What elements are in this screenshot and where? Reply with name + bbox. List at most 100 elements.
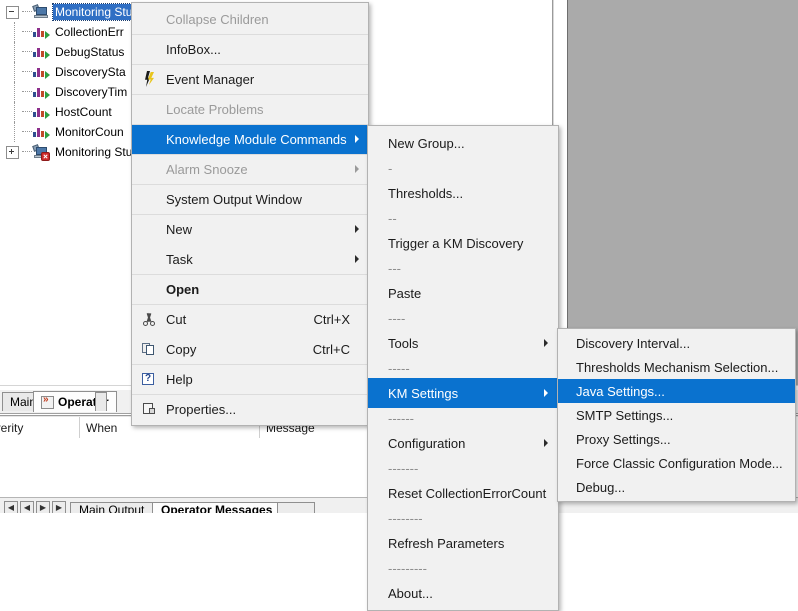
bottom-tab-main-output[interactable]: Main Output	[70, 502, 154, 514]
menu-item-cut[interactable]: Cut Ctrl+X	[132, 304, 368, 334]
menu-item-label: Trigger a KM Discovery	[388, 235, 524, 251]
menu-item-shortcut: Ctrl+X	[313, 311, 350, 327]
km-settings-item-force-classic-configuration-mode[interactable]: Force Classic Configuration Mode...	[558, 451, 795, 475]
tree-connector	[14, 62, 16, 82]
tree-node-label: Monitoring Stud	[55, 145, 140, 159]
menu-separator: ------	[368, 408, 558, 428]
event-manager-icon	[141, 71, 157, 87]
tree-connector	[22, 11, 32, 13]
km-menu-item-about[interactable]: About...	[368, 578, 558, 608]
km-menu-item-configuration[interactable]: Configuration	[368, 428, 558, 458]
menu-item-label: Copy	[166, 341, 197, 357]
km-settings-item-java-settings[interactable]: Java Settings...	[558, 379, 795, 403]
menu-item-properties[interactable]: Properties...	[132, 394, 368, 424]
menu-separator: -----	[368, 358, 558, 378]
tree-expander[interactable]	[6, 5, 19, 19]
knowledge-module-commands-submenu[interactable]: New Group... - Thresholds... -- Trigger a KM…	[367, 125, 559, 611]
submenu-arrow-icon	[355, 225, 359, 233]
menu-item-new[interactable]: New	[132, 214, 368, 244]
menu-item-label: Task	[166, 251, 193, 267]
menu-item-label: Discovery Interval...	[576, 335, 691, 351]
menu-separator: -	[368, 158, 558, 178]
tree-node-label: HostCount	[55, 105, 112, 119]
tabstrip-filler	[95, 392, 107, 411]
km-settings-item-smtp-settings[interactable]: SMTP Settings...	[558, 403, 795, 427]
km-menu-item-trigger-a-km-discovery[interactable]: Trigger a KM Discovery	[368, 228, 558, 258]
parameter-icon	[33, 25, 50, 39]
menu-item-label: SMTP Settings...	[576, 407, 674, 423]
bottom-tab-operator-messages-label: Operator Messages	[161, 502, 273, 514]
bottom-tab-operator-messages[interactable]: Operator Messages	[152, 502, 282, 514]
km-menu-item-km-settings[interactable]: KM Settings	[368, 378, 558, 408]
km-settings-item-debug[interactable]: Debug...	[558, 475, 795, 499]
menu-item-shortcut: Ctrl+C	[312, 341, 350, 357]
parameter-icon	[33, 105, 50, 119]
tree-connector	[14, 22, 16, 42]
tree-connector	[22, 91, 32, 93]
menu-item-label: Configuration	[388, 435, 466, 451]
menu-separator-label: ------	[388, 410, 414, 426]
submenu-arrow-icon	[355, 255, 359, 263]
km-settings-item-proxy-settings[interactable]: Proxy Settings...	[558, 427, 795, 451]
tree-node-label: DiscoveryTim	[55, 85, 128, 99]
menu-item-knowledge-module-commands[interactable]: Knowledge Module Commands	[132, 124, 368, 154]
menu-item-label: New	[166, 221, 193, 237]
km-menu-item-thresholds[interactable]: Thresholds...	[368, 178, 558, 208]
km-menu-item-new-group[interactable]: New Group...	[368, 128, 558, 158]
menu-item-copy[interactable]: Copy Ctrl+C	[132, 334, 368, 364]
nav-prev-button[interactable]: ◀	[20, 501, 34, 513]
menu-item-locate-problems: Locate Problems	[132, 94, 368, 124]
menu-item-label: Java Settings...	[576, 383, 665, 399]
menu-item-label: Paste	[388, 285, 422, 301]
bottom-tab-filler	[277, 502, 315, 513]
menu-separator-label: -------	[388, 460, 419, 476]
menu-item-event-manager[interactable]: Event Manager	[132, 64, 368, 94]
menu-separator: --------	[368, 508, 558, 528]
menu-separator-label: -	[388, 160, 393, 176]
menu-item-label: Debug...	[576, 479, 626, 495]
km-settings-submenu[interactable]: Discovery Interval... Thresholds Mechanis…	[557, 328, 796, 502]
menu-item-label: Knowledge Module Commands	[166, 131, 347, 147]
menu-separator-label: --	[388, 210, 397, 226]
menu-item-help[interactable]: Help	[132, 364, 368, 394]
menu-separator-label: ---------	[388, 560, 427, 576]
km-settings-item-discovery-interval[interactable]: Discovery Interval...	[558, 331, 795, 355]
km-menu-item-tools[interactable]: Tools	[368, 328, 558, 358]
menu-separator: --	[368, 208, 558, 228]
properties-icon	[141, 401, 157, 417]
menu-item-task[interactable]: Task	[132, 244, 368, 274]
tree-connector	[14, 122, 16, 142]
tree-connector	[22, 151, 32, 153]
menu-item-open[interactable]: Open	[132, 274, 368, 304]
nav-first-button[interactable]: ◀	[4, 501, 18, 513]
menu-item-infobox[interactable]: InfoBox...	[132, 34, 368, 64]
tree-expander[interactable]	[6, 145, 19, 159]
tree-connector	[22, 31, 32, 33]
nav-last-button[interactable]: ▶	[52, 501, 66, 513]
parameter-icon	[33, 45, 50, 59]
parameter-icon	[33, 125, 50, 139]
km-menu-item-reset-collectionerrorcount[interactable]: Reset CollectionErrorCount	[368, 478, 558, 508]
nav-next-button[interactable]: ▶	[36, 501, 50, 513]
bottom-tab-main-output-label: Main Output	[79, 502, 145, 514]
menu-item-label: Refresh Parameters	[388, 535, 505, 551]
menu-item-label: Event Manager	[166, 71, 255, 87]
submenu-arrow-icon	[544, 439, 548, 447]
menu-item-label: System Output Window	[166, 191, 302, 207]
menu-item-system-output-window[interactable]: System Output Window	[132, 184, 368, 214]
menu-separator: ---	[368, 258, 558, 278]
tree-connector	[22, 71, 32, 73]
menu-separator-label: ----	[388, 310, 406, 326]
tree-node-label: CollectionErr	[55, 25, 124, 39]
node-context-menu[interactable]: Collapse Children InfoBox... Event Manager…	[131, 2, 369, 426]
cut-icon	[141, 311, 157, 327]
km-settings-item-thresholds-mechanism-selection[interactable]: Thresholds Mechanism Selection...	[558, 355, 795, 379]
copy-icon	[141, 341, 157, 357]
menu-item-label: Proxy Settings...	[576, 431, 671, 447]
grid-column-severity[interactable]: everity	[0, 417, 80, 438]
parameter-icon	[33, 65, 50, 79]
km-menu-item-refresh-parameters[interactable]: Refresh Parameters	[368, 528, 558, 558]
menu-item-label: InfoBox...	[166, 41, 221, 57]
menu-item-label: About...	[388, 585, 433, 601]
km-menu-item-paste[interactable]: Paste	[368, 278, 558, 308]
